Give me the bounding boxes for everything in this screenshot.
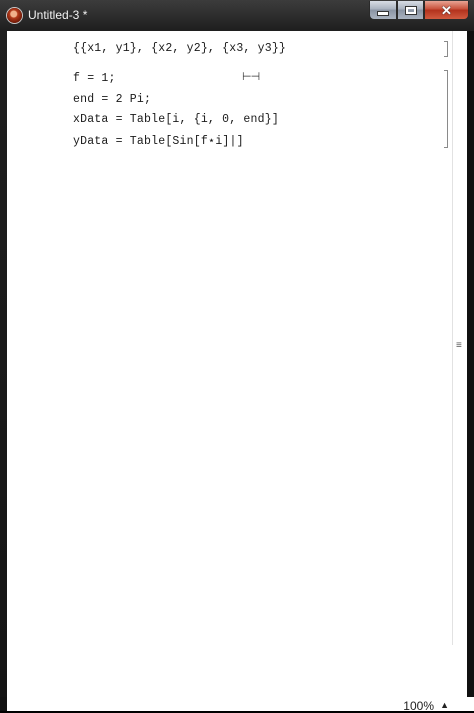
- cell-1-input[interactable]: {{x1, y1}, {x2, y2}, {x3, y3}}: [73, 42, 286, 55]
- close-icon: ✕: [441, 2, 452, 18]
- close-button[interactable]: ✕: [424, 1, 469, 20]
- window-right-border: [467, 31, 474, 711]
- notebook-window: Untitled-3 * ✕ {{x1, y1}, {x2, y2}, {x3,…: [0, 0, 474, 713]
- notebook-document[interactable]: {{x1, y1}, {x2, y2}, {x3, y3}} f = 1; en…: [7, 31, 467, 698]
- mathematica-icon[interactable]: [7, 8, 22, 23]
- minimize-icon: [377, 11, 389, 16]
- insertion-cursor-icon: ⊢⊣: [242, 70, 260, 83]
- window-bottom-border: [0, 697, 7, 711]
- cell-2-line-4[interactable]: yData = Table[Sin[f⋆i]|]: [73, 133, 244, 148]
- vertical-scrollbar[interactable]: ≡: [452, 31, 466, 645]
- cell-bracket-2[interactable]: [444, 70, 448, 148]
- cell-2-line-2[interactable]: end = 2 Pi;: [73, 93, 151, 106]
- minimize-button[interactable]: [369, 1, 397, 20]
- maximize-button[interactable]: [397, 1, 424, 20]
- cell-bracket-1[interactable]: [444, 41, 448, 57]
- title-bar[interactable]: Untitled-3 * ✕: [0, 0, 474, 30]
- chevron-up-icon[interactable]: ▲: [440, 700, 449, 710]
- cell-2-line-3[interactable]: xData = Table[i, {i, 0, end}]: [73, 113, 279, 126]
- cell-2-line-1[interactable]: f = 1;: [73, 72, 116, 85]
- window-title: Untitled-3 *: [28, 8, 88, 22]
- scroll-grip-icon[interactable]: ≡: [456, 341, 462, 351]
- maximize-icon: [404, 5, 417, 15]
